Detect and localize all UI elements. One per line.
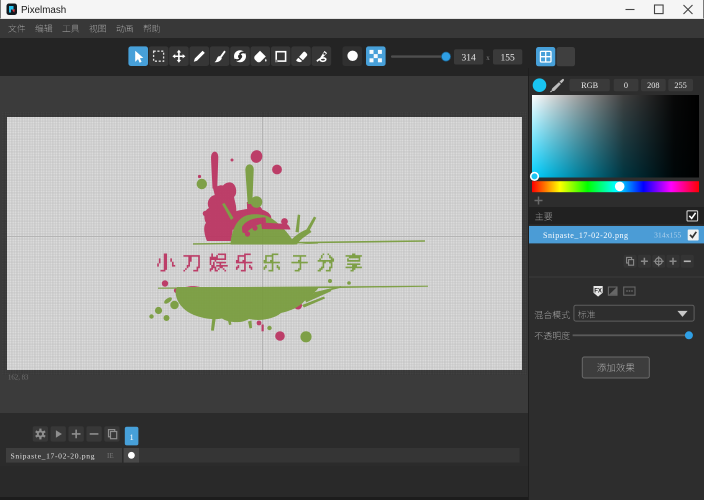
svg-text:FX: FX [594,289,602,295]
svg-text:0: 0 [624,81,628,90]
svg-text:Snipaste_17-02-20.png: Snipaste_17-02-20.png [543,231,628,240]
svg-text:RGB: RGB [581,81,599,90]
svg-text:255: 255 [674,81,686,90]
svg-text:314x155: 314x155 [654,230,681,239]
svg-text:208: 208 [647,81,659,90]
